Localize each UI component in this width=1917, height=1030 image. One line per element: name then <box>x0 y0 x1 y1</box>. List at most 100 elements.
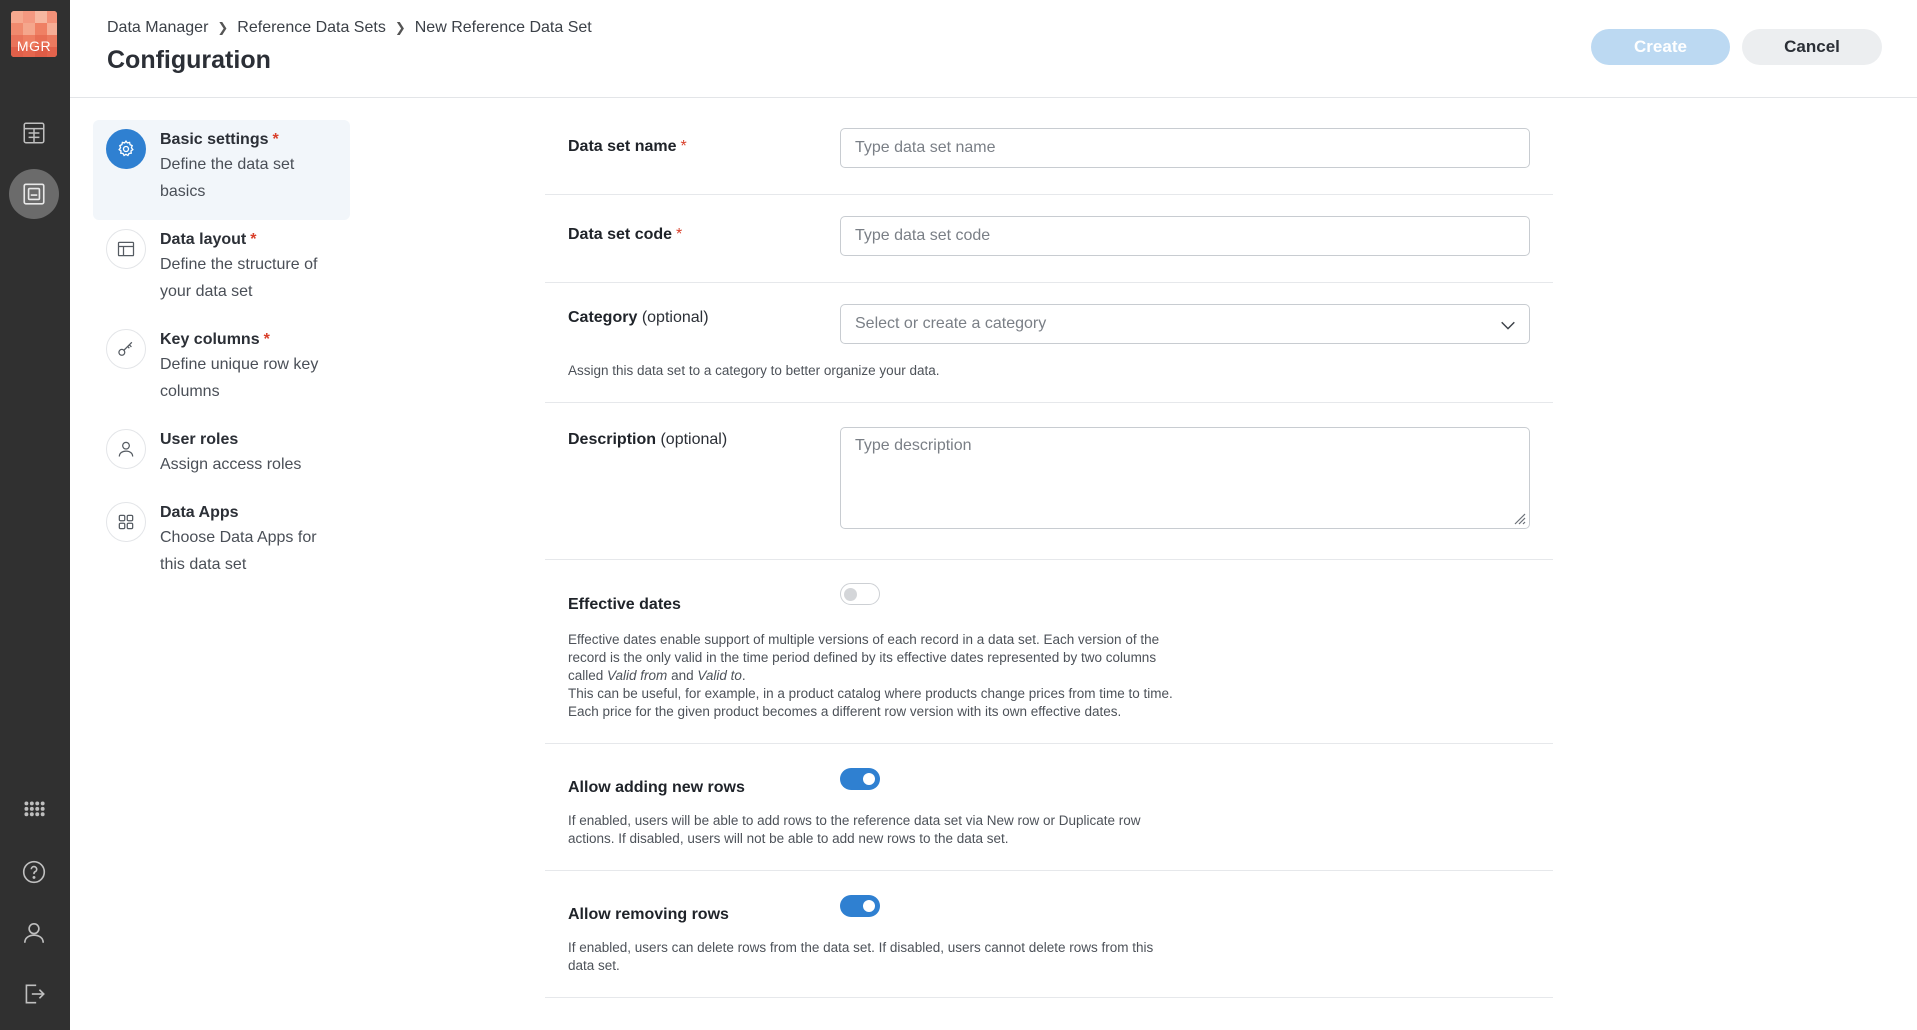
input-placeholder: Type data set code <box>855 227 991 244</box>
breadcrumb-item-data-manager[interactable]: Data Manager <box>107 19 208 37</box>
required-marker: * <box>680 138 687 155</box>
configuration-form: Data set name * Type data set name Data s… <box>545 98 1553 998</box>
breadcrumb-item-reference-data-sets[interactable]: Reference Data Sets <box>237 19 386 37</box>
toggle-knob <box>844 588 857 601</box>
label-text: Data set code <box>568 226 673 243</box>
breadcrumb: Data Manager ❯ Reference Data Sets ❯ New… <box>107 19 592 37</box>
wizard-steps: Basic settings * Define the data set basi… <box>93 120 350 593</box>
required-marker: * <box>250 231 257 248</box>
label-text: Effective dates <box>568 596 681 613</box>
step-title: User roles <box>160 431 239 448</box>
step-title: Key columns <box>160 331 260 348</box>
field-label: Allow removing rows <box>568 906 729 924</box>
form-row-name: Data set name * Type data set name <box>545 98 1553 195</box>
step-title: Data Apps <box>160 504 239 521</box>
toggle-knob <box>863 900 875 912</box>
field-label: Category (optional) <box>568 309 709 327</box>
allow-removing-help-text: If enabled, users can delete rows from t… <box>568 939 1153 975</box>
category-select[interactable]: Select or create a category <box>840 304 1530 344</box>
input-placeholder: Type data set name <box>855 139 996 156</box>
form-row-code: Data set code * Type data set code <box>545 195 1553 283</box>
form-row-allow-adding: Allow adding new rows If enabled, users … <box>545 744 1553 871</box>
step-description: Assign access roles <box>160 456 302 473</box>
page-title: Configuration <box>107 46 271 74</box>
help-line: data set. <box>568 958 620 973</box>
category-help-text: Assign this data set to a category to be… <box>568 363 940 378</box>
help-line: record is the only valid in the time per… <box>568 650 1157 665</box>
step-key-columns[interactable]: Key columns * Define unique row key colum… <box>93 320 350 420</box>
allow-adding-toggle[interactable] <box>840 768 880 790</box>
field-label: Description (optional) <box>568 431 727 449</box>
layout-icon <box>106 229 146 269</box>
logout-icon[interactable] <box>9 969 59 1019</box>
help-line: actions. If disabled, users will not be … <box>568 831 1009 846</box>
table-transform-icon[interactable] <box>9 108 59 158</box>
select-placeholder: Select or create a category <box>855 315 1047 332</box>
side-rail: MGR <box>0 0 70 1030</box>
app-logo[interactable]: MGR <box>11 11 57 57</box>
step-data-apps[interactable]: Data Apps Choose Data Apps for this data… <box>93 493 350 593</box>
step-description: Define unique row key columns <box>160 356 319 400</box>
step-title: Basic settings <box>160 131 269 148</box>
user-icon[interactable] <box>9 908 59 958</box>
step-user-roles[interactable]: User roles Assign access roles <box>93 420 350 493</box>
apps-grid-icon[interactable] <box>9 786 59 836</box>
user-icon <box>106 429 146 469</box>
help-text-emphasis: Valid to <box>697 668 742 683</box>
create-button[interactable]: Create <box>1591 29 1730 65</box>
optional-marker: (optional) <box>641 309 709 326</box>
chevron-right-icon: ❯ <box>217 20 229 35</box>
form-row-category: Category (optional) Select or create a c… <box>545 283 1553 403</box>
help-line: If enabled, users can delete rows from t… <box>568 940 1154 955</box>
allow-removing-toggle[interactable] <box>840 895 880 917</box>
description-textarea[interactable]: Type description <box>840 427 1530 529</box>
help-line: Each price for the given product becomes… <box>568 704 1122 719</box>
help-text-emphasis: Valid from <box>607 668 668 683</box>
key-icon <box>106 329 146 369</box>
effective-dates-toggle[interactable] <box>840 583 880 605</box>
help-line: called Valid from and Valid to. <box>568 667 1173 685</box>
help-line: Effective dates enable support of multip… <box>568 632 1160 647</box>
label-text: Data set name <box>568 138 677 155</box>
logo-text: MGR <box>16 38 52 54</box>
chevron-right-icon: ❯ <box>394 20 406 35</box>
help-line: If enabled, users will be able to add ro… <box>568 813 1141 828</box>
form-row-description: Description (optional) Type description <box>545 403 1553 560</box>
required-marker: * <box>272 131 279 148</box>
data-set-code-input[interactable]: Type data set code <box>840 216 1530 256</box>
form-row-allow-removing: Allow removing rows If enabled, users ca… <box>545 871 1553 998</box>
field-label: Data set code * <box>568 226 682 244</box>
help-text-fragment: and <box>667 668 698 683</box>
step-title: Data layout <box>160 231 247 248</box>
effective-dates-help-text: Effective dates enable support of multip… <box>568 631 1173 721</box>
label-text: Category <box>568 309 638 326</box>
help-line: This can be useful, for example, in a pr… <box>568 686 1173 701</box>
form-row-effective-dates: Effective dates Effective dates enable s… <box>545 560 1553 744</box>
grid-icon <box>106 502 146 542</box>
cancel-button[interactable]: Cancel <box>1742 29 1882 65</box>
help-icon[interactable] <box>9 847 59 897</box>
field-label: Data set name * <box>568 138 687 156</box>
field-label: Effective dates <box>568 596 681 614</box>
toggle-knob <box>863 773 875 785</box>
textarea-placeholder: Type description <box>855 437 972 454</box>
resize-handle-icon[interactable] <box>1512 511 1526 525</box>
label-text: Description <box>568 431 657 448</box>
data-set-name-input[interactable]: Type data set name <box>840 128 1530 168</box>
step-data-layout[interactable]: Data layout * Define the structure of you… <box>93 220 350 320</box>
help-text-fragment: . <box>741 668 746 683</box>
step-description: Define the data set basics <box>160 156 295 200</box>
label-text: Allow removing rows <box>568 906 729 923</box>
gear-icon <box>106 129 146 169</box>
step-basic-settings[interactable]: Basic settings * Define the data set basi… <box>93 120 350 220</box>
breadcrumb-item-current: New Reference Data Set <box>414 19 592 36</box>
step-description: Define the structure of your data set <box>160 256 318 300</box>
step-description: Choose Data Apps for this data set <box>160 529 317 573</box>
optional-marker: (optional) <box>660 431 728 448</box>
page-header: Data Manager ❯ Reference Data Sets ❯ New… <box>70 0 1917 98</box>
required-marker: * <box>676 226 683 243</box>
required-marker: * <box>263 331 270 348</box>
label-text: Allow adding new rows <box>568 779 745 796</box>
reference-data-icon[interactable] <box>9 169 59 219</box>
field-label: Allow adding new rows <box>568 779 745 797</box>
